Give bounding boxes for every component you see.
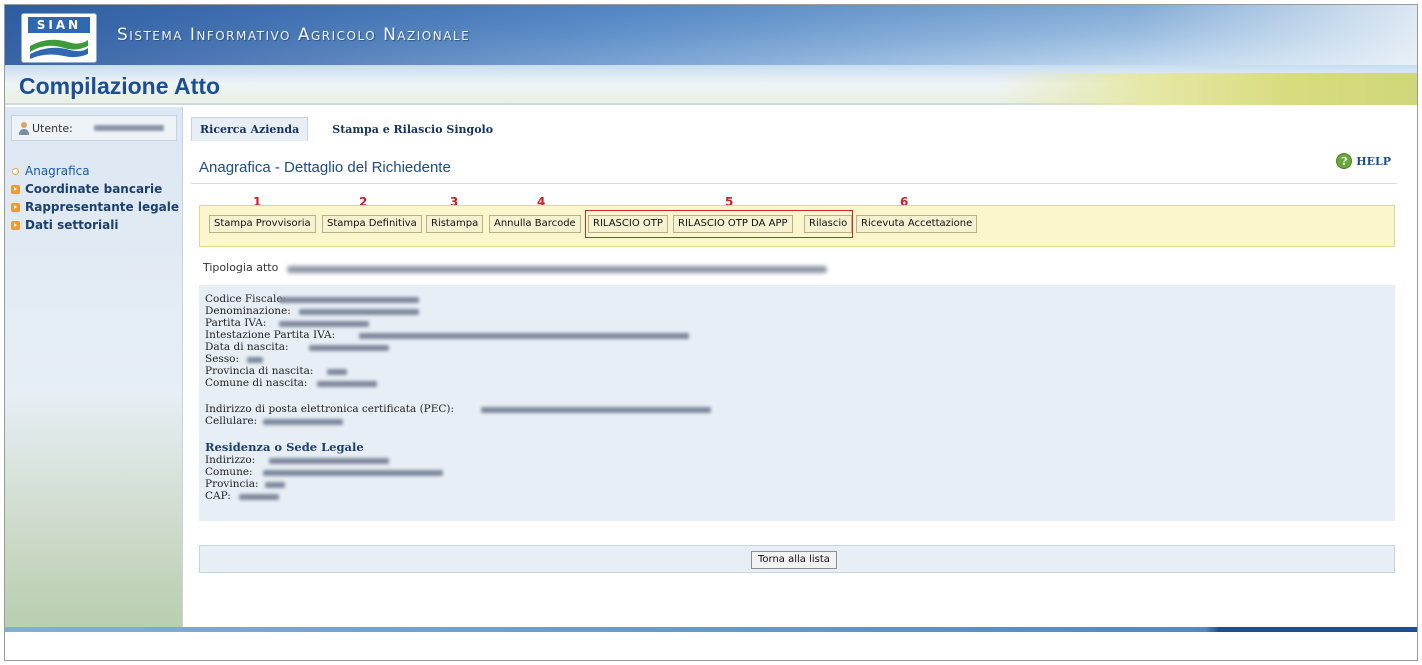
field-label: Codice Fiscale:: [205, 293, 287, 305]
torna-alla-lista-button[interactable]: Torna alla lista: [751, 551, 837, 569]
user-name-redacted: [94, 125, 164, 131]
field-label: Partita IVA:: [205, 317, 267, 329]
help-label: HELP: [1356, 154, 1391, 168]
help-icon: ?: [1336, 153, 1353, 169]
sidebar: Utente: Anagrafica Coordinate bancarie R…: [5, 107, 183, 627]
field-label: Intestazione Partita IVA:: [205, 329, 336, 341]
sidebar-item-rappresentante-legale[interactable]: Rappresentante legale: [11, 199, 179, 215]
ristampa-button[interactable]: Ristampa: [426, 215, 484, 233]
tab-stampa-rilascio-singolo[interactable]: Stampa e Rilascio Singolo: [324, 118, 501, 141]
rilascio-button[interactable]: Rilascio: [804, 215, 853, 233]
help-link[interactable]: ? HELP: [1336, 153, 1391, 169]
redacted-value: [481, 407, 711, 413]
bottom-action-bar: Torna alla lista: [199, 545, 1395, 573]
field-label: Cellulare:: [205, 415, 258, 427]
stampa-definitiva-button[interactable]: Stampa Definitiva: [322, 215, 422, 233]
redacted-value: [265, 482, 285, 488]
redacted-value: [279, 297, 419, 303]
user-label: Utente:: [32, 122, 73, 135]
field-label: Indirizzo:: [205, 454, 256, 466]
sidebar-item-coordinate-bancarie[interactable]: Coordinate bancarie: [11, 181, 179, 197]
tab-ricerca-azienda[interactable]: Ricerca Azienda: [191, 117, 309, 141]
user-box: Utente:: [11, 115, 177, 141]
header-banner: SIAN Sistema Informativo Agricolo Nazion…: [5, 5, 1417, 105]
field-label: Provincia:: [205, 478, 259, 490]
action-toolbar: Stampa Provvisoria Stampa Definitiva Ris…: [199, 205, 1395, 247]
rilascio-otp-da-app-button[interactable]: RILASCIO OTP DA APP: [673, 215, 793, 233]
redacted-value: [317, 381, 377, 387]
redacted-value: [299, 309, 419, 315]
sidebar-item-dati-settoriali[interactable]: Dati settoriali: [11, 217, 179, 233]
sian-logo[interactable]: SIAN: [21, 13, 97, 63]
redacted-value: [269, 458, 389, 464]
applicant-details-panel: Codice Fiscale: Denominazione: Partita I…: [199, 285, 1395, 521]
circle-bullet-icon: [12, 167, 19, 175]
field-label: Data di nascita:: [205, 341, 289, 353]
rilascio-otp-button[interactable]: RILASCIO OTP: [588, 215, 668, 233]
field-label: CAP:: [205, 490, 231, 502]
tipologia-value-redacted: [287, 266, 827, 273]
user-icon: [19, 122, 29, 135]
redacted-value: [327, 369, 347, 375]
redacted-value: [247, 357, 263, 363]
stampa-provvisoria-button[interactable]: Stampa Provvisoria: [209, 215, 316, 233]
redacted-value: [279, 321, 369, 327]
tab-bar: Ricerca Azienda Stampa e Rilascio Singol…: [191, 115, 1397, 143]
sidebar-item-anagrafica[interactable]: Anagrafica: [11, 163, 179, 179]
sidebar-nav: Anagrafica Coordinate bancarie Rappresen…: [11, 163, 179, 235]
arrow-bullet-icon: [11, 184, 20, 194]
field-label: Sesso:: [205, 353, 240, 365]
residence-title: Residenza o Sede Legale: [205, 440, 364, 454]
ricevuta-accettazione-button[interactable]: Ricevuta Accettazione: [856, 215, 978, 233]
field-label: Provincia di nascita:: [205, 365, 314, 377]
field-label: Comune:: [205, 466, 253, 478]
field-label: Denominazione:: [205, 305, 291, 317]
annulla-barcode-button[interactable]: Annulla Barcode: [489, 215, 581, 233]
redacted-value: [263, 419, 343, 425]
browser-frame: SIAN Sistema Informativo Agricolo Nazion…: [4, 4, 1418, 661]
field-label: Comune di nascita:: [205, 377, 308, 389]
tipologia-label: Tipologia atto: [203, 261, 279, 274]
logo-waves-icon: [30, 39, 88, 59]
arrow-bullet-icon: [11, 202, 20, 212]
page-title: Compilazione Atto: [19, 73, 221, 99]
footer-bar: [5, 627, 1417, 632]
section-title: Anagrafica - Dettaglio del Richiedente: [199, 159, 451, 176]
logo-text: SIAN: [28, 17, 90, 33]
redacted-value: [263, 470, 443, 476]
redacted-value: [359, 333, 689, 339]
redacted-value: [309, 345, 389, 351]
redacted-value: [239, 494, 279, 500]
field-label: Indirizzo di posta elettronica certifica…: [205, 403, 455, 415]
divider: [191, 183, 1397, 184]
system-name: Sistema Informativo Agricolo Nazionale: [117, 25, 471, 45]
arrow-bullet-icon: [11, 220, 20, 230]
main-content: Ricerca Azienda Stampa e Rilascio Singol…: [191, 115, 1397, 573]
